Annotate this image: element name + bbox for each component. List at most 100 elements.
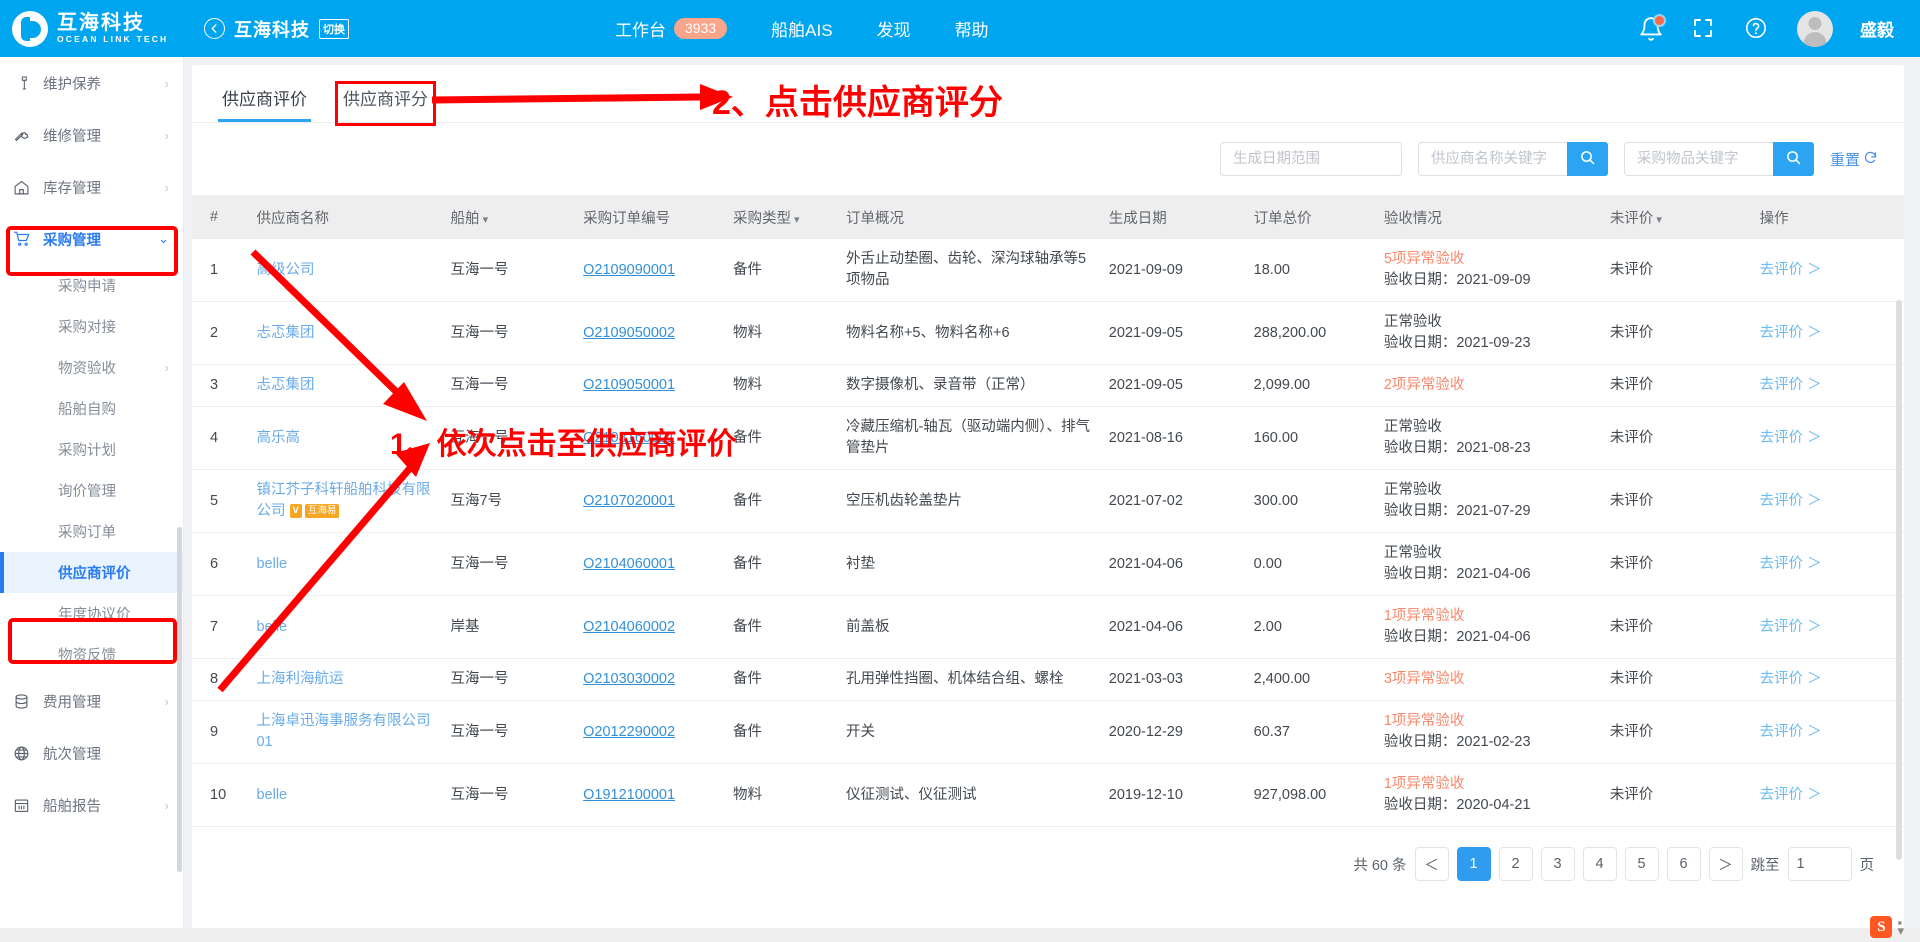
cell-supplier-link[interactable]: 忐忑集团 <box>256 377 314 393</box>
sidebar-item-purchase-docking[interactable]: 采购对接 <box>0 306 183 347</box>
back-nav-group[interactable]: 互海科技 切换 <box>204 16 349 42</box>
goods-search-button[interactable] <box>1772 142 1814 176</box>
table-row[interactable]: 6 belle 互海一号 O2104060001 备件 衬垫 2021-04-0… <box>192 532 1904 597</box>
ime-menu-icon[interactable]: ▪ ▾ <box>1897 916 1904 936</box>
cell-supplier-link[interactable]: 上海利海航运 <box>256 671 343 687</box>
nav-item-discover[interactable]: 发现 <box>877 16 911 41</box>
col-type-sort[interactable]: 采购类型 <box>724 195 838 239</box>
cell-total: 160.00 <box>1245 406 1376 471</box>
cell-order-link[interactable]: O2108160001 <box>583 430 675 446</box>
cell-order-link[interactable]: O2107020001 <box>583 493 675 509</box>
sidebar-item-purchasing[interactable]: 采购管理 ⌄ <box>0 213 183 265</box>
date-range-field[interactable] <box>1219 142 1432 176</box>
supplier-keyword-field[interactable] <box>1417 142 1630 176</box>
go-evaluate-link[interactable]: 去评价 ＞ <box>1760 671 1822 687</box>
sidebar-item-inquiry-management[interactable]: 询价管理 <box>0 470 183 511</box>
supplier-search-button[interactable] <box>1566 142 1608 176</box>
cell-order-link[interactable]: O2104060001 <box>583 556 675 572</box>
table-scrollbar[interactable] <box>1896 300 1902 860</box>
nav-item-ais[interactable]: 船舶AIS <box>771 16 832 41</box>
date-range-input[interactable] <box>1220 143 1432 175</box>
sidebar-item-maintenance[interactable]: 维护保养 › <box>0 57 183 109</box>
avatar[interactable] <box>1797 10 1833 47</box>
sidebar-item-voyage-management[interactable]: 航次管理 <box>0 727 183 779</box>
table-row[interactable]: 3 忐忑集团 互海一号 O2109050001 物料 数字摄像机、录音带（正常）… <box>192 364 1904 408</box>
cell-order-link[interactable]: O2109090001 <box>583 262 675 278</box>
sidebar-scrollbar[interactable] <box>177 527 182 872</box>
bell-icon[interactable] <box>1638 13 1666 42</box>
table-row[interactable]: 8 上海利海航运 互海一号 O2103030002 备件 孔用弹性挡圈、机体结合… <box>192 658 1904 702</box>
cell-order-link[interactable]: O2012290002 <box>583 724 675 740</box>
cell-supplier-link[interactable]: belle <box>256 556 287 572</box>
content-card: 供应商评价 供应商评分 生成日期范围 供应商名称关键字 采购物品关键字 重置 #… <box>192 65 1904 934</box>
go-evaluate-link[interactable]: 去评价 ＞ <box>1760 724 1822 740</box>
cell-supplier-link[interactable]: 镇江芥子科轩船舶科技有限公司 <box>256 482 430 519</box>
cell-order-link[interactable]: O1912100001 <box>583 787 675 803</box>
sidebar-item-ship-report[interactable]: 船舶报告 › <box>0 779 183 831</box>
cell-supplier-link[interactable]: 高乐高 <box>256 430 300 446</box>
tab-supplier-score[interactable]: 供应商评分 <box>335 81 436 126</box>
page-button-1[interactable]: 1 <box>1456 847 1491 882</box>
inspection-date: 验收日期：2021-09-09 <box>1383 272 1531 289</box>
nav-item-workbench[interactable]: 工作台 3933 <box>615 16 728 41</box>
col-evaluation-filter[interactable]: 未评价 <box>1601 195 1752 239</box>
go-evaluate-link[interactable]: 去评价 ＞ <box>1760 493 1822 509</box>
page-button-6[interactable]: 6 <box>1666 847 1701 882</box>
page-button-2[interactable]: 2 <box>1498 847 1533 882</box>
sidebar-item-purchase-plan[interactable]: 采购计划 <box>0 429 183 470</box>
table-row[interactable]: 7 belle 岸基 O2104060002 备件 前盖板 2021-04-06… <box>192 595 1904 660</box>
jump-page-input[interactable] <box>1787 847 1852 882</box>
sidebar-item-repair[interactable]: 维修管理 › <box>0 109 183 161</box>
notification-dot <box>1653 13 1666 27</box>
sidebar-item-expense-management[interactable]: 费用管理 › <box>0 675 183 727</box>
prev-page-button[interactable]: ＜ <box>1414 847 1449 882</box>
cell-order-link[interactable]: O2109050001 <box>583 377 675 393</box>
sidebar-item-inventory[interactable]: 库存管理 › <box>0 161 183 213</box>
page-button-3[interactable]: 3 <box>1540 847 1575 882</box>
sidebar-item-annual-agreement-price[interactable]: 年度协议价 <box>0 593 183 634</box>
table-row[interactable]: 5 镇江芥子科轩船舶科技有限公司 V 互海易 互海7号 O2107020001 备… <box>192 469 1904 534</box>
sidebar-item-supplier-evaluation[interactable]: 供应商评价 <box>0 552 183 593</box>
table-row[interactable]: 1 高级公司 互海一号 O2109090001 备件 外舌止动垫圈、齿轮、深沟球… <box>192 239 1904 303</box>
cell-desc: 物料名称+5、物料名称+6 <box>837 301 1101 366</box>
cell-order-link[interactable]: O2104060002 <box>583 619 675 635</box>
table-row[interactable]: 9 上海卓迅海事服务有限公司01 互海一号 O2012290002 备件 开关 … <box>192 700 1904 765</box>
page-button-5[interactable]: 5 <box>1624 847 1659 882</box>
tab-supplier-evaluation[interactable]: 供应商评价 <box>218 85 311 122</box>
go-evaluate-link[interactable]: 去评价 ＞ <box>1760 430 1822 446</box>
table-row[interactable]: 10 belle 互海一号 O1912100001 物料 仪征测试、仪征测试 2… <box>192 763 1904 828</box>
go-evaluate-link[interactable]: 去评价 ＞ <box>1760 377 1822 393</box>
go-evaluate-link[interactable]: 去评价 ＞ <box>1760 619 1822 635</box>
back-arrow-icon[interactable] <box>204 18 225 39</box>
sidebar-item-ship-self-purchase[interactable]: 船舶自购 <box>0 388 183 429</box>
go-evaluate-link[interactable]: 去评价 ＞ <box>1760 325 1822 341</box>
cell-supplier-link[interactable]: 忐忑集团 <box>256 325 314 341</box>
go-evaluate-link[interactable]: 去评价 ＞ <box>1760 262 1822 278</box>
table-row[interactable]: 4 高乐高 互海一号 O2108160001 备件 冷藏压缩机-轴瓦（驱动端内侧… <box>192 406 1904 471</box>
fullscreen-icon[interactable] <box>1691 16 1717 42</box>
sidebar-item-purchase-request[interactable]: 采购申请 <box>0 265 183 306</box>
page-button-4[interactable]: 4 <box>1582 847 1617 882</box>
go-evaluate-link[interactable]: 去评价 ＞ <box>1760 787 1822 803</box>
cell-supplier-link[interactable]: belle <box>256 787 287 803</box>
cell-supplier-link[interactable]: 上海卓迅海事服务有限公司01 <box>256 713 430 750</box>
cell-order-link[interactable]: O2109050002 <box>583 325 675 341</box>
go-evaluate-link[interactable]: 去评价 ＞ <box>1760 556 1822 572</box>
sidebar-item-material-feedback[interactable]: 物资反馈 <box>0 634 183 675</box>
goods-keyword-field[interactable] <box>1623 142 1836 176</box>
next-page-button[interactable]: ＞ <box>1708 847 1743 882</box>
chevron-right-icon: › <box>164 797 169 813</box>
sidebar-item-purchase-order[interactable]: 采购订单 <box>0 511 183 552</box>
switch-company-button[interactable]: 切换 <box>319 18 349 39</box>
col-ship-sort[interactable]: 船舶 <box>442 195 576 239</box>
table-row[interactable]: 2 忐忑集团 互海一号 O2109050002 物料 物料名称+5、物料名称+6… <box>192 301 1904 366</box>
help-icon[interactable] <box>1744 16 1770 42</box>
cell-type: 物料 <box>724 364 838 408</box>
cell-supplier-link[interactable]: 高级公司 <box>256 262 314 278</box>
cell-supplier-link[interactable]: belle <box>256 619 287 635</box>
cell-order-link[interactable]: O2103030002 <box>583 671 675 687</box>
sidebar-item-goods-acceptance[interactable]: 物资验收 › <box>0 347 183 388</box>
reset-button[interactable]: 重置 <box>1830 149 1878 170</box>
nav-item-help[interactable]: 帮助 <box>955 16 989 41</box>
sogou-icon: S <box>1870 916 1893 938</box>
